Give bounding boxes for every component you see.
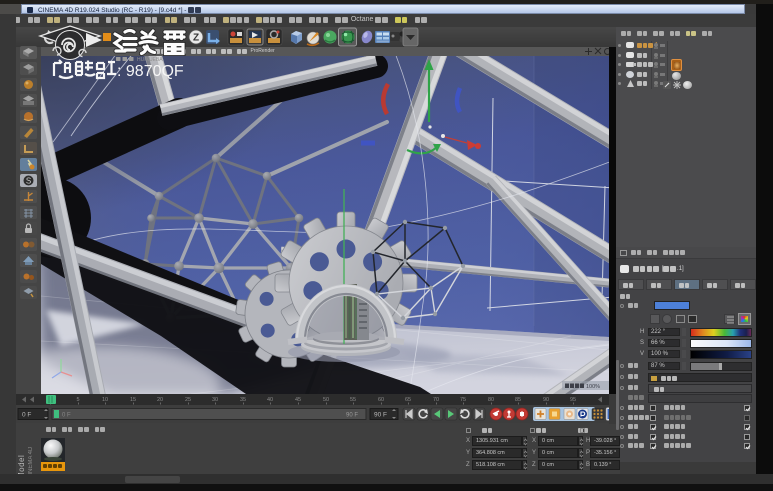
svg-text:0 F: 0 F [62,413,71,419]
svg-text:50: 50 [323,397,329,403]
svg-text:65: 65 [405,397,411,403]
svg-text:90 F: 90 F [374,412,387,419]
svg-text:35: 35 [240,397,246,403]
svg-text:55: 55 [350,397,356,403]
svg-text:5: 5 [76,397,79,403]
svg-text:75: 75 [460,397,466,403]
svg-text:30: 30 [212,397,218,403]
svg-text:S: S [26,177,31,186]
svg-text:70: 70 [433,397,439,403]
svg-text:90 F: 90 F [346,413,358,419]
svg-text:45: 45 [295,397,301,403]
svg-text:80: 80 [488,397,494,403]
svg-text:40: 40 [267,397,273,403]
svg-text:0 F: 0 F [22,412,31,419]
svg-text:10: 10 [102,397,108,403]
svg-text:20: 20 [157,397,163,403]
svg-text:: 9870QF: : 9870QF [117,63,184,80]
svg-text:25: 25 [185,397,191,403]
svg-text:95: 95 [570,397,576,403]
svg-text:90: 90 [543,397,549,403]
svg-text:15: 15 [130,397,136,403]
svg-text:85: 85 [515,397,521,403]
svg-text:60: 60 [378,397,384,403]
svg-text:100%: 100% [586,384,600,390]
